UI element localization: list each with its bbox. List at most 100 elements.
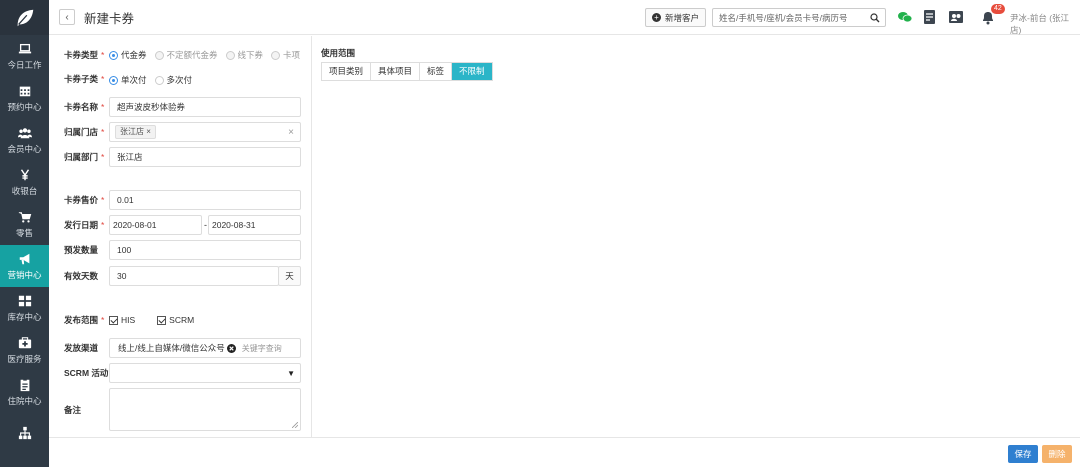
scrm-activity-select[interactable]: ▼	[109, 363, 301, 383]
scrm-activity-label: SCRM 活动	[64, 368, 109, 378]
store-tag: 张江店 ×	[115, 125, 156, 139]
tab-label[interactable]: 标签	[420, 63, 453, 80]
card-type-option-offline[interactable]: 线下券	[225, 49, 263, 61]
tab-item-category[interactable]: 项目类别	[322, 63, 372, 80]
sidebar-item-appointment[interactable]: 预约中心	[0, 77, 49, 119]
usage-scope-tabs: 项目类别 具体项目 标签 不限制	[321, 62, 493, 81]
department-row: 归属部门 *	[64, 147, 109, 167]
header: ‹ 新建卡券 + 新增客户 42 尹冰-前台 (张江店)	[49, 0, 1080, 35]
sidebar-item-inventory[interactable]: 库存中心	[0, 287, 49, 329]
publish-scope-row: 发布范围 *	[64, 310, 109, 330]
card-type-option-card[interactable]: 卡项	[271, 49, 300, 61]
department-input[interactable]: 张江店	[109, 147, 301, 167]
price-input[interactable]: 0.01	[109, 190, 301, 210]
cart-icon	[18, 211, 31, 223]
store-label: 归属门店 *	[64, 127, 105, 137]
contacts-icon[interactable]	[948, 9, 964, 25]
department-label: 归属部门 *	[64, 152, 105, 162]
remove-circle-icon[interactable]	[226, 343, 236, 353]
card-type-radio-group: 代金券 不定额代金券 线下券 卡项	[109, 49, 300, 61]
card-subtype-row: 卡券子类 *	[64, 69, 109, 89]
quantity-input[interactable]: 100	[109, 240, 301, 260]
remark-row: 备注	[64, 400, 109, 420]
publish-scope-label: 发布范围 *	[64, 315, 105, 325]
publish-scope-scrm-checkbox[interactable]: SCRM	[157, 315, 194, 325]
issue-date-label: 发行日期 *	[64, 220, 105, 230]
main-content: 卡券类型 * 代金券 不定额代金券 线下券 卡项 卡券子类 * 单次付 多次付 卡券…	[49, 36, 1080, 437]
card-name-row: 卡券名称 *	[64, 97, 109, 117]
medkit-icon	[18, 336, 31, 348]
card-type-option-voucher[interactable]: 代金券	[109, 49, 147, 61]
sidebar-item-label: 营销中心	[7, 269, 42, 280]
back-button[interactable]: ‹	[59, 9, 75, 25]
channel-tag: 线上/线上自媒体/微信公众号	[118, 343, 225, 353]
quantity-label: 预发数量	[64, 245, 99, 255]
store-multiselect[interactable]: 张江店 × ×	[109, 122, 301, 142]
clear-icon[interactable]: ×	[288, 127, 294, 138]
users-icon	[17, 127, 32, 138]
sidebar-item-label: 今日工作	[7, 59, 42, 70]
start-date-input[interactable]: 2020-08-01	[109, 215, 202, 235]
form-panel: 卡券类型 * 代金券 不定额代金券 线下券 卡项 卡券子类 * 单次付 多次付 卡券…	[49, 36, 312, 437]
end-date-input[interactable]: 2020-08-31	[208, 215, 301, 235]
sidebar-item-today-work[interactable]: 今日工作	[0, 35, 49, 77]
card-name-input[interactable]: 超声波皮秒体验券	[109, 97, 301, 117]
issue-date-row: 发行日期 *	[64, 215, 109, 235]
date-separator: -	[204, 220, 207, 230]
channel-multiselect[interactable]: 线上/线上自媒体/微信公众号 关键字查询	[109, 338, 301, 358]
valid-days-label: 有效天数	[64, 271, 99, 281]
page-title: 新建卡券	[84, 11, 135, 26]
add-customer-label: 新增客户	[664, 12, 699, 23]
channel-label: 发放渠道	[64, 343, 99, 353]
card-subtype-radio-group: 单次付 多次付	[109, 74, 192, 86]
sidebar-item-marketing[interactable]: 营销中心	[0, 245, 49, 287]
delete-button[interactable]: 删除	[1042, 445, 1072, 463]
tab-unlimited[interactable]: 不限制	[452, 63, 492, 80]
card-type-option-variable-voucher[interactable]: 不定额代金券	[154, 49, 218, 61]
wechat-icon[interactable]	[897, 9, 913, 25]
search-icon[interactable]	[870, 13, 880, 23]
leaf-logo-icon	[17, 9, 33, 26]
sidebar-item-member[interactable]: 会员中心	[0, 119, 49, 161]
laptop-icon	[18, 43, 31, 53]
usage-scope-panel: 使用范围 项目类别 具体项目 标签 不限制	[313, 36, 1080, 437]
sidebar-item-inpatient[interactable]: 住院中心	[0, 371, 49, 413]
clipboard-icon	[20, 378, 29, 391]
sidebar-item-organization[interactable]	[0, 413, 49, 455]
channel-search-placeholder[interactable]: 关键字查询	[242, 343, 282, 354]
search-input[interactable]	[719, 12, 869, 23]
add-customer-button[interactable]: + 新增客户	[645, 8, 706, 27]
sidebar-item-label: 库存中心	[7, 311, 42, 322]
sidebar-item-retail[interactable]: 零售	[0, 203, 49, 245]
sidebar-item-label: 收银台	[11, 185, 38, 196]
remark-textarea[interactable]	[109, 388, 301, 431]
calendar-icon	[19, 86, 30, 96]
tag-remove-icon[interactable]: ×	[146, 127, 151, 136]
sidebar-item-medical[interactable]: 医疗服务	[0, 329, 49, 371]
valid-days-input[interactable]: 30	[109, 266, 279, 286]
sidebar-item-label: 会员中心	[7, 143, 42, 154]
resize-handle-icon[interactable]	[292, 422, 298, 428]
card-name-label: 卡券名称 *	[64, 102, 105, 112]
tab-specific-item[interactable]: 具体项目	[371, 63, 421, 80]
valid-days-unit: 天	[278, 266, 301, 286]
grid-icon	[18, 295, 31, 306]
chevron-down-icon: ▼	[287, 368, 295, 378]
sidebar-item-label: 医疗服务	[7, 353, 42, 364]
sidebar-item-cashier[interactable]: 收银台	[0, 161, 49, 203]
quantity-row: 预发数量	[64, 240, 109, 260]
notification-badge: 42	[991, 4, 1005, 14]
subtype-option-single[interactable]: 单次付	[109, 74, 147, 86]
sidebar-item-label: 零售	[15, 227, 33, 238]
publish-scope-his-checkbox[interactable]: HIS	[109, 315, 135, 325]
scrm-activity-row: SCRM 活动	[64, 363, 109, 383]
subtype-option-multiple[interactable]: 多次付	[154, 74, 192, 86]
yen-icon	[20, 168, 29, 180]
records-icon[interactable]	[922, 9, 938, 25]
save-button[interactable]: 保存	[1008, 445, 1038, 463]
footer-bar: 保存 删除	[49, 437, 1080, 467]
app-logo[interactable]	[0, 0, 49, 35]
sidebar: 今日工作 预约中心 会员中心 收银台 零售 营销中心 库存中心 医疗服务 住院中…	[0, 0, 49, 467]
remark-label: 备注	[64, 405, 82, 415]
user-menu[interactable]: 尹冰-前台 (张江店)	[1010, 12, 1080, 36]
